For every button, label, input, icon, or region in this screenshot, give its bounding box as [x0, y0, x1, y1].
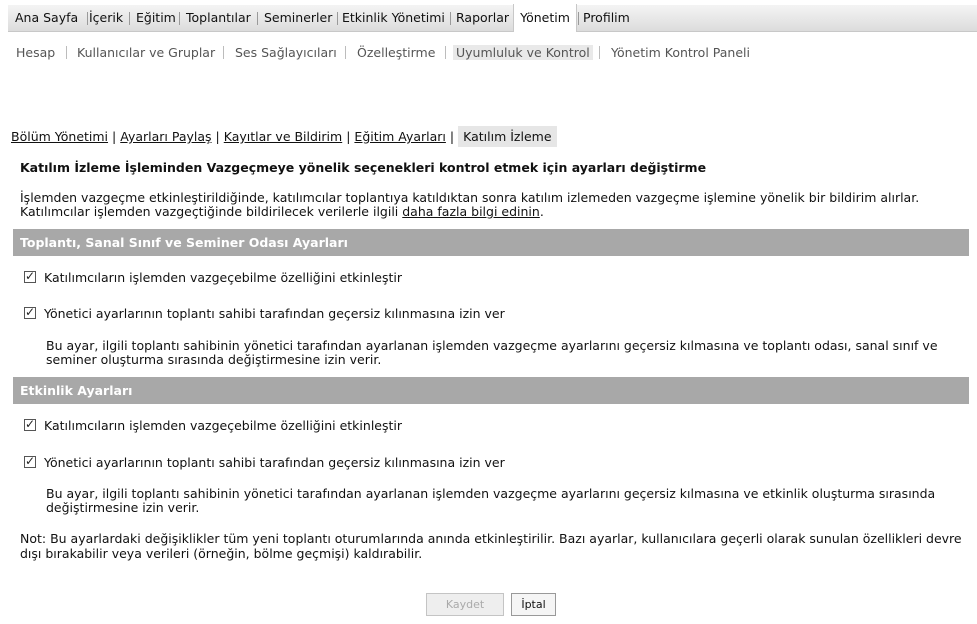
tab-section-management[interactable]: Bölüm Yönetimi	[11, 129, 108, 144]
top-nav-separator	[129, 12, 130, 25]
top-nav-separator	[179, 12, 180, 25]
sub-nav-item-users-groups[interactable]: Kullanıcılar ve Gruplar	[77, 45, 215, 60]
top-nav-separator	[87, 12, 88, 25]
event-host-override-checkbox[interactable]	[24, 454, 36, 468]
event-optout-enable-checkbox[interactable]	[24, 417, 36, 431]
tab-share-settings[interactable]: Ayarları Paylaş	[120, 129, 211, 144]
sub-nav-separator	[223, 46, 224, 59]
cancel-button[interactable]: İptal	[511, 593, 556, 616]
top-nav-item-administration[interactable]: Yönetim	[513, 4, 577, 32]
top-nav-item-meetings[interactable]: Toplantılar	[186, 5, 251, 31]
save-button[interactable]: Kaydet	[426, 593, 504, 616]
meeting-settings-header: Toplantı, Sanal Sınıf ve Seminer Odası A…	[13, 229, 969, 256]
tab-recordings-notification[interactable]: Kayıtlar ve Bildirim	[224, 129, 342, 144]
meeting-optout-enable-label: Katılımcıların işlemden vazgeçebilme öze…	[44, 270, 403, 285]
event-host-override-help: Bu ayar, ilgili toplantı sahibinin yönet…	[46, 486, 936, 515]
event-settings-header: Etkinlik Ayarları	[13, 377, 969, 404]
settings-tabs: Bölüm Yönetimi | Ayarları Paylaş | Kayıtlar …	[11, 126, 557, 149]
sub-nav-item-customization[interactable]: Özelleştirme	[357, 45, 435, 60]
sub-nav-separator	[66, 46, 67, 59]
top-nav-separator	[450, 12, 451, 25]
sub-nav-separator	[445, 46, 446, 59]
sub-nav-item-audio-providers[interactable]: Ses Sağlayıcıları	[235, 45, 337, 60]
top-nav-separator	[257, 12, 258, 25]
meeting-host-override-checkbox[interactable]	[24, 305, 36, 319]
learn-more-link[interactable]: daha fazla bilgi edinin	[402, 204, 540, 219]
top-nav-item-seminars[interactable]: Seminerler	[264, 5, 332, 31]
top-nav-item-home[interactable]: Ana Sayfa	[15, 5, 78, 31]
tab-training-settings[interactable]: Eğitim Ayarları	[354, 129, 445, 144]
top-nav-item-event-management[interactable]: Etkinlik Yönetimi	[342, 5, 445, 31]
event-host-override-label: Yönetici ayarlarının toplantı sahibi tar…	[44, 455, 505, 470]
meeting-optout-enable-checkbox[interactable]	[24, 269, 36, 283]
sub-nav-separator	[599, 46, 600, 59]
meeting-host-override-help: Bu ayar, ilgili toplantı sahibinin yönet…	[46, 338, 938, 367]
top-nav-separator	[578, 12, 579, 25]
top-nav: Ana Sayfa İçerik Eğitim Toplantılar Semi…	[8, 4, 977, 32]
top-nav-item-reports[interactable]: Raporlar	[456, 5, 509, 31]
sub-nav-item-compliance-control[interactable]: Uyumluluk ve Kontrol	[453, 45, 593, 60]
sub-nav-separator	[345, 46, 346, 59]
sub-nav-item-admin-dashboard[interactable]: Yönetim Kontrol Paneli	[611, 45, 750, 60]
top-nav-item-content[interactable]: İçerik	[89, 5, 123, 31]
top-nav-item-my-profile[interactable]: Profilim	[583, 5, 630, 31]
meeting-host-override-label: Yönetici ayarlarının toplantı sahibi tar…	[44, 306, 505, 321]
page-description: İşlemden vazgeçme etkinleştirildiğinde, …	[20, 190, 920, 219]
top-nav-item-training[interactable]: Eğitim	[136, 5, 176, 31]
top-nav-separator	[337, 12, 338, 25]
sub-nav-item-account[interactable]: Hesap	[16, 45, 55, 60]
settings-note: Not: Bu ayarlardaki değişiklikler tüm ye…	[20, 531, 962, 561]
page-title: Katılım İzleme İşleminden Vazgeçmeye yön…	[20, 160, 707, 175]
tab-attendance-tracking[interactable]: Katılım İzleme	[458, 126, 557, 147]
event-optout-enable-label: Katılımcıların işlemden vazgeçebilme öze…	[44, 418, 403, 433]
